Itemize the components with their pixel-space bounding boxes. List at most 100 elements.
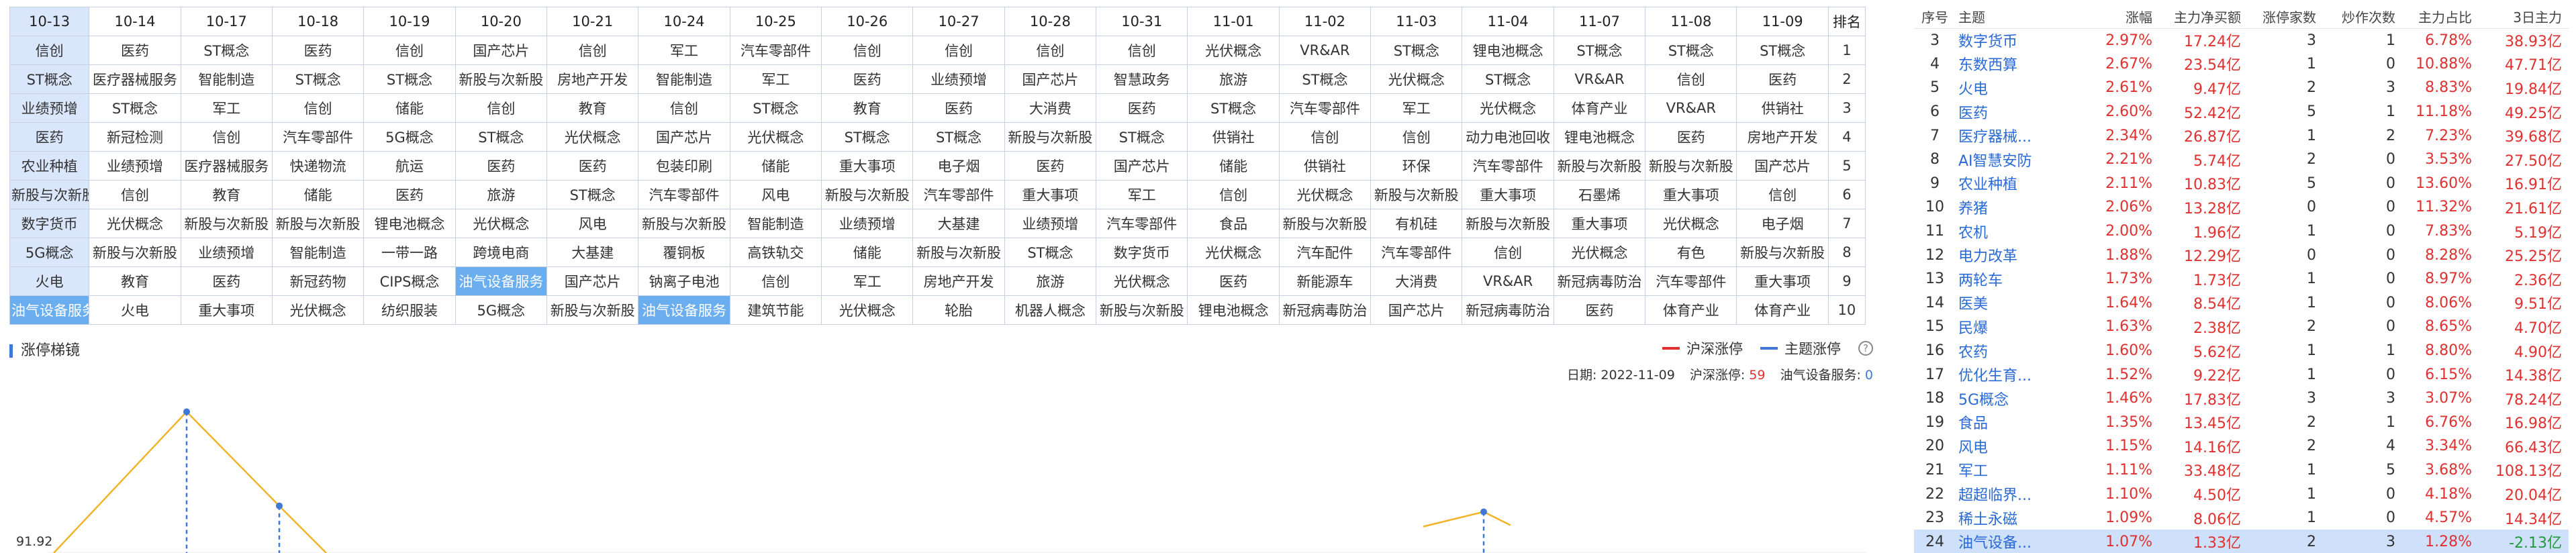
theme-cell[interactable]: 医药	[1736, 64, 1829, 94]
theme-cell[interactable]: 光伏概念	[821, 295, 914, 325]
theme-cell[interactable]: 房地产开发	[546, 64, 639, 94]
theme-cell[interactable]: 储能	[729, 151, 822, 181]
date-header[interactable]: 11-03	[1370, 7, 1463, 36]
theme-cell[interactable]: 教育	[546, 93, 639, 123]
theme-cell[interactable]: 新股与次新股	[638, 209, 730, 238]
theme-row[interactable]: 19 食品 1.35% 13.45亿 2 1 6.76% 16.98亿	[1914, 411, 2569, 435]
date-header[interactable]: 11-07	[1553, 7, 1646, 36]
theme-cell[interactable]: 锂电池概念	[1187, 295, 1280, 325]
date-header[interactable]: 10-28	[1004, 7, 1097, 36]
theme-cell[interactable]: 汽车零部件	[912, 180, 1005, 209]
theme-cell[interactable]: 信创	[912, 36, 1005, 65]
theme-row[interactable]: 17 优化生育... 1.52% 9.22亿 1 0 6.15% 14.38亿	[1914, 362, 2569, 387]
theme-cell[interactable]: 汽车零部件	[271, 122, 365, 152]
theme-cell[interactable]: 光伏概念	[1553, 238, 1646, 267]
date-header[interactable]: 10-18	[271, 7, 365, 36]
theme-cell[interactable]: 国产芯片	[1004, 64, 1097, 94]
theme-cell[interactable]: VR&AR	[1553, 64, 1646, 94]
theme-cell[interactable]: 石墨烯	[1553, 180, 1646, 209]
theme-cell[interactable]: 旅游	[1187, 64, 1280, 94]
theme-cell[interactable]: 新股与次新股	[1278, 209, 1372, 238]
theme-cell[interactable]: 重大事项	[1736, 266, 1829, 296]
theme-cell[interactable]: 锂电池概念	[363, 209, 456, 238]
theme-row[interactable]: 6 医药 2.60% 52.42亿 5 1 11.18% 49.25亿	[1914, 100, 2569, 124]
theme-row[interactable]: 5 火电 2.61% 9.47亿 2 3 8.83% 19.84亿	[1914, 76, 2569, 100]
theme-cell[interactable]: 医药	[1004, 151, 1097, 181]
theme-col-header[interactable]: 涨幅	[2093, 5, 2159, 29]
theme-cell[interactable]: ST概念	[271, 64, 365, 94]
data-point[interactable]	[276, 502, 283, 509]
theme-cell[interactable]: ST概念	[1096, 122, 1188, 152]
theme-cell[interactable]: 新股与次新股	[1553, 151, 1646, 181]
data-point[interactable]	[183, 408, 190, 415]
theme-cell[interactable]: 新股与次新股	[1004, 122, 1097, 152]
theme-cell[interactable]: 信创	[546, 36, 639, 65]
theme-cell[interactable]: 机器人概念	[1004, 295, 1097, 325]
theme-col-header[interactable]: 主题	[1956, 5, 2093, 29]
theme-cell-name[interactable]: 军工	[1956, 458, 2093, 483]
theme-col-header[interactable]: 炒作次数	[2323, 5, 2402, 29]
theme-cell[interactable]: 轮胎	[912, 295, 1005, 325]
theme-cell[interactable]: ST概念	[363, 64, 456, 94]
theme-row[interactable]: 12 电力改革 1.88% 12.29亿 0 0 8.28% 25.25亿	[1914, 243, 2569, 267]
date-header[interactable]: 11-09	[1736, 7, 1829, 36]
theme-cell[interactable]: 智慧政务	[1096, 64, 1188, 94]
theme-cell[interactable]: 新冠药物	[271, 266, 365, 296]
theme-cell[interactable]: 信创	[1736, 180, 1829, 209]
theme-cell[interactable]: 环保	[1370, 151, 1463, 181]
theme-cell[interactable]: ST概念	[1462, 64, 1554, 94]
theme-cell[interactable]: 信创	[455, 93, 548, 123]
theme-cell-name[interactable]: 食品	[1956, 411, 2093, 435]
theme-cell[interactable]: 业绩预增	[180, 238, 273, 267]
theme-cell-name[interactable]: 两轮车	[1956, 267, 2093, 291]
theme-cell[interactable]: 油气设备服务	[455, 266, 548, 296]
theme-cell[interactable]: 信创	[1645, 64, 1737, 94]
theme-row[interactable]: 22 超超临界... 1.10% 4.50亿 1 0 4.18% 20.04亿	[1914, 482, 2569, 506]
date-header[interactable]: 10-19	[363, 7, 456, 36]
theme-cell[interactable]: 国产芯片	[1736, 151, 1829, 181]
theme-cell[interactable]: 5G概念	[455, 295, 548, 325]
theme-cell[interactable]: 新冠病毒防治	[1278, 295, 1372, 325]
theme-cell[interactable]: 信创	[1278, 122, 1372, 152]
theme-cell[interactable]: 旅游	[455, 180, 548, 209]
theme-cell[interactable]: 建筑节能	[729, 295, 822, 325]
theme-cell[interactable]: 新股与次新股	[455, 64, 548, 94]
theme-cell[interactable]: 光伏概念	[1645, 209, 1737, 238]
theme-cell[interactable]: ST概念	[729, 93, 822, 123]
theme-cell[interactable]: 医药	[89, 36, 181, 65]
theme-cell-name[interactable]: 数字货币	[1956, 28, 2093, 52]
theme-cell[interactable]: 5G概念	[363, 122, 456, 152]
theme-cell[interactable]: 业绩预增	[821, 209, 914, 238]
theme-cell[interactable]: 油气设备服务	[638, 295, 730, 325]
theme-cell[interactable]: 跨境电商	[455, 238, 548, 267]
theme-cell[interactable]: 动力电池回收	[1462, 122, 1554, 152]
theme-cell[interactable]: 信创	[1370, 122, 1463, 152]
theme-cell-name[interactable]: AI智慧安防	[1956, 148, 2093, 172]
theme-cell[interactable]: 新股与次新股	[1462, 209, 1554, 238]
theme-cell[interactable]: 军工	[821, 266, 914, 296]
theme-cell[interactable]: 供销社	[1736, 93, 1829, 123]
date-header[interactable]: 10-17	[180, 7, 273, 36]
theme-row[interactable]: 14 医美 1.64% 8.54亿 1 0 8.06% 9.51亿	[1914, 291, 2569, 315]
theme-cell-name[interactable]: 医疗器械...	[1956, 123, 2093, 148]
theme-cell[interactable]: 信创	[638, 93, 730, 123]
theme-cell[interactable]: 医药	[363, 180, 456, 209]
theme-cell[interactable]: 国产芯片	[638, 122, 730, 152]
theme-cell[interactable]: 信创	[9, 36, 90, 65]
theme-cell[interactable]: 光伏概念	[729, 122, 822, 152]
theme-cell[interactable]: ST概念	[180, 36, 273, 65]
theme-cell[interactable]: 光伏概念	[546, 122, 639, 152]
theme-cell[interactable]: 新股与次新股	[180, 209, 273, 238]
theme-cell[interactable]: 重大事项	[1645, 180, 1737, 209]
date-header[interactable]: 11-08	[1645, 7, 1737, 36]
theme-cell-name[interactable]: 民爆	[1956, 315, 2093, 339]
theme-row[interactable]: 16 农药 1.60% 5.62亿 1 1 8.80% 4.90亿	[1914, 339, 2569, 363]
theme-cell[interactable]: 钠离子电池	[638, 266, 730, 296]
theme-cell[interactable]: 储能	[271, 180, 365, 209]
theme-cell[interactable]: 供销社	[1187, 122, 1280, 152]
theme-cell[interactable]: 医药	[180, 266, 273, 296]
theme-cell[interactable]: 重大事项	[1004, 180, 1097, 209]
theme-col-header[interactable]: 主力净买额	[2159, 5, 2248, 29]
theme-cell-name[interactable]: 优化生育...	[1956, 362, 2093, 387]
theme-cell[interactable]: 新股与次新股	[1370, 180, 1463, 209]
